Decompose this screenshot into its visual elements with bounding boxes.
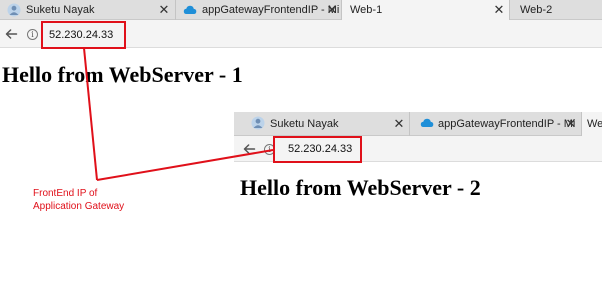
close-tab-icon[interactable]: ✕ [564, 116, 578, 132]
tab-app-gateway-frontend-ip[interactable]: appGatewayFrontendIP - Mi ✕ [176, 0, 342, 20]
back-arrow-icon[interactable] [242, 142, 256, 156]
tab-label: appGatewayFrontendIP - Mi [438, 118, 576, 130]
tab-web-partial[interactable]: We [582, 112, 602, 136]
tab-label: appGatewayFrontendIP - Mi [202, 4, 340, 16]
tab-bar: Suketu Nayak ✕ appGatewayFrontendIP - Mi… [234, 112, 602, 136]
tab-bar: Suketu Nayak ✕ appGatewayFrontendIP - Mi… [0, 0, 602, 20]
tab-suketu-nayak[interactable]: Suketu Nayak ✕ [234, 112, 410, 136]
tab-label: Suketu Nayak [270, 118, 339, 130]
close-tab-icon[interactable]: ✕ [325, 2, 339, 18]
azure-cloud-icon [183, 5, 197, 14]
tab-label: Web-1 [350, 4, 383, 16]
site-info-icon[interactable]: i [27, 29, 38, 40]
back-arrow-icon[interactable] [4, 27, 18, 41]
tab-label: Web-2 [520, 4, 553, 16]
url-highlight-box-1 [41, 21, 126, 49]
azure-cloud-icon [420, 118, 434, 127]
annotation-line-2: Application Gateway [33, 201, 125, 212]
browser-window-webserver-2: Suketu Nayak ✕ appGatewayFrontendIP - Mi… [234, 112, 602, 222]
tab-app-gateway-frontend-ip[interactable]: appGatewayFrontendIP - Mi ✕ [410, 112, 582, 136]
close-tab-icon[interactable]: ✕ [392, 116, 406, 132]
url-highlight-box-2 [273, 136, 362, 163]
user-avatar-icon [7, 3, 21, 17]
page-heading: Hello from WebServer - 2 [240, 175, 481, 200]
annotation-label: FrontEnd IP of Application Gateway [33, 187, 124, 213]
close-tab-icon[interactable]: ✕ [492, 2, 506, 18]
tab-label: We [587, 118, 602, 130]
tab-label: Suketu Nayak [26, 4, 95, 16]
tab-web-1[interactable]: Web-1 ✕ [342, 0, 510, 20]
annotation-line-1: FrontEnd IP of [33, 188, 98, 199]
browser-window-webserver-1: Suketu Nayak ✕ appGatewayFrontendIP - Mi… [0, 0, 602, 110]
close-tab-icon[interactable]: ✕ [157, 2, 171, 18]
user-avatar-icon [251, 116, 265, 130]
page-heading: Hello from WebServer - 1 [2, 62, 243, 87]
tab-web-2[interactable]: Web-2 [510, 0, 602, 20]
tab-suketu-nayak[interactable]: Suketu Nayak ✕ [0, 0, 176, 20]
